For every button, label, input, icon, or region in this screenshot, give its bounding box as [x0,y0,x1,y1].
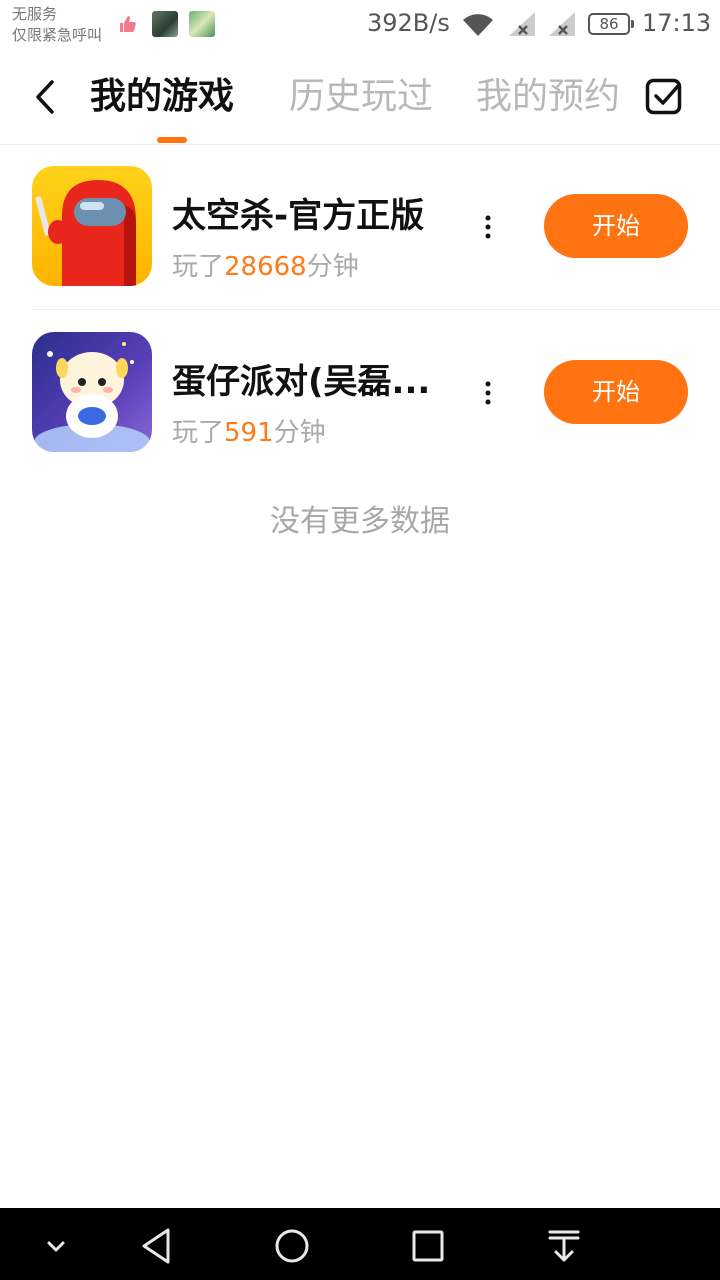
play-time-prefix: 玩了 [172,418,225,448]
notification-pull-icon[interactable] [544,1226,584,1266]
play-time-suffix: 分钟 [306,252,359,282]
game-list-item[interactable]: 太空杀-官方正版 玩了28668分钟 开始 [0,144,720,310]
signal-no-service-icon [549,12,575,36]
carrier-line-1: 无服务 [12,5,58,23]
no-more-data-label: 没有更多数据 [270,504,450,539]
tab-reservations[interactable]: 我的预约 [476,74,620,120]
thumbs-up-icon [120,16,136,32]
checkbox-icon[interactable] [645,77,683,115]
collapse-icon[interactable] [36,1226,76,1266]
play-time-minutes: 28668 [224,252,307,282]
status-bar: 无服务 仅限紧急呼叫 392B/s 86 17:13 [0,0,720,52]
play-time-suffix: 分钟 [273,418,326,448]
game-title: 太空杀-官方正版 [172,196,425,236]
system-nav-bar [0,1208,720,1280]
chevron-left-icon[interactable] [30,78,64,116]
network-speed: 392B/s [367,9,450,37]
app-notification-icon [152,11,178,37]
game-list-item[interactable]: 蛋仔派对(吴磊... 玩了591分钟 开始 [0,310,720,476]
header: 我的游戏 历史玩过 我的预约 [0,52,720,145]
home-circle-icon[interactable] [272,1226,312,1266]
play-time: 玩了28668分钟 [172,246,359,283]
start-game-button[interactable]: 开始 [544,194,688,258]
wifi-icon [463,14,493,36]
recents-square-icon[interactable] [408,1226,448,1266]
tab-my-games[interactable]: 我的游戏 [90,74,234,120]
carrier-line-2: 仅限紧急呼叫 [12,26,103,44]
carrier-status: 无服务 仅限紧急呼叫 [12,4,102,46]
app-notification-icon [189,11,215,37]
active-tab-indicator [157,137,187,143]
game-title: 蛋仔派对(吴磊... [172,362,431,402]
start-game-button[interactable]: 开始 [544,360,688,424]
more-vertical-icon[interactable] [478,214,498,240]
play-time-minutes: 591 [224,418,274,448]
signal-no-service-icon [509,12,535,36]
play-time-prefix: 玩了 [172,252,225,282]
tab-history[interactable]: 历史玩过 [289,74,433,120]
clock: 17:13 [642,9,712,37]
back-triangle-icon[interactable] [136,1226,176,1266]
game-icon-eggy-party[interactable] [32,332,152,452]
battery-icon: 86 [588,13,634,35]
more-vertical-icon[interactable] [478,380,498,406]
game-icon-space-killer[interactable] [32,166,152,286]
play-time: 玩了591分钟 [172,412,326,449]
